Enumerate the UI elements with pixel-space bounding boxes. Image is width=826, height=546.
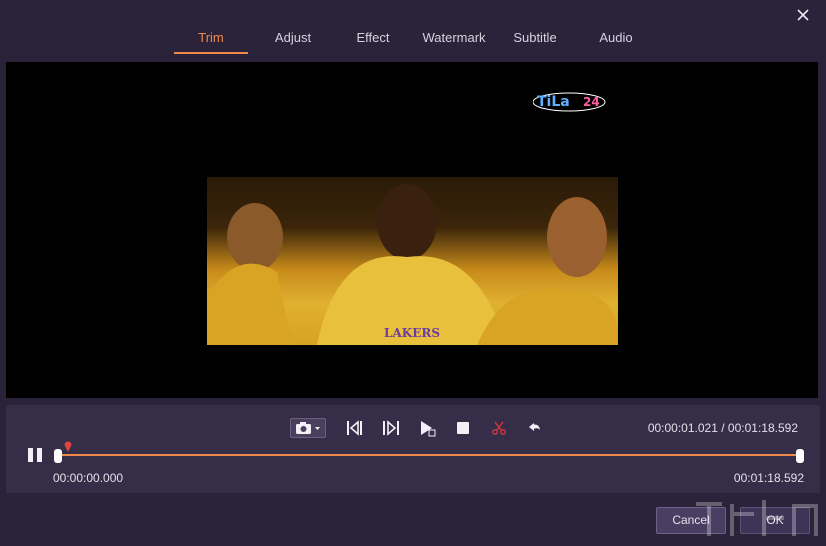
tab-watermark[interactable]: Watermark: [408, 22, 500, 54]
play-segment-button[interactable]: [416, 417, 438, 439]
total-time: 00:01:18.592: [727, 421, 798, 435]
pause-icon[interactable]: [26, 448, 44, 464]
trim-start-time: 00:00:00.000: [53, 471, 124, 485]
tab-trim[interactable]: Trim: [174, 22, 248, 54]
undo-button[interactable]: [524, 417, 546, 439]
snapshot-button[interactable]: [290, 418, 326, 438]
tab-subtitle[interactable]: Subtitle: [500, 22, 570, 54]
trim-track[interactable]: [58, 454, 802, 456]
play-segment-icon: [421, 421, 436, 437]
trim-end-time: 00:01:18.592: [733, 471, 804, 485]
tabs: Trim Adjust Effect Watermark Subtitle Au…: [174, 22, 662, 54]
previous-frame-icon: [347, 420, 362, 436]
time-separator: /: [721, 421, 725, 435]
next-frame-button[interactable]: [380, 417, 402, 439]
trim-end-handle[interactable]: [796, 449, 804, 463]
svg-text:24: 24: [583, 95, 600, 109]
camera-icon: [296, 422, 320, 434]
time-display: 00:00:01.021 / 00:01:18.592: [648, 421, 798, 435]
previous-frame-button[interactable]: [344, 417, 366, 439]
tab-effect[interactable]: Effect: [338, 22, 408, 54]
video-frame: LAKERS: [207, 177, 618, 345]
tab-audio[interactable]: Audio: [570, 22, 662, 54]
site-watermark: [690, 494, 824, 546]
tab-bar: Trim Adjust Effect Watermark Subtitle Au…: [0, 0, 826, 54]
undo-icon: [529, 423, 540, 431]
next-frame-icon: [383, 420, 399, 436]
svg-text:TiLa: TiLa: [537, 94, 570, 110]
cut-button[interactable]: [488, 417, 510, 439]
playback-controls: 00:00:01.021 / 00:01:18.592 00:00:00.000…: [6, 405, 820, 493]
video-preview: LAKERS TiLa 24: [6, 62, 818, 398]
playhead-marker[interactable]: [64, 439, 72, 452]
trim-start-handle[interactable]: [54, 449, 62, 463]
stop-button[interactable]: [452, 417, 474, 439]
edit-toolbar: [290, 417, 560, 439]
channel-logo: TiLa 24: [532, 89, 613, 113]
current-time: 00:00:01.021: [647, 421, 718, 435]
tab-adjust[interactable]: Adjust: [248, 22, 338, 54]
scissors-icon: [492, 421, 506, 435]
close-icon[interactable]: [794, 6, 812, 24]
stop-icon: [457, 422, 469, 434]
svg-text:LAKERS: LAKERS: [384, 326, 440, 340]
